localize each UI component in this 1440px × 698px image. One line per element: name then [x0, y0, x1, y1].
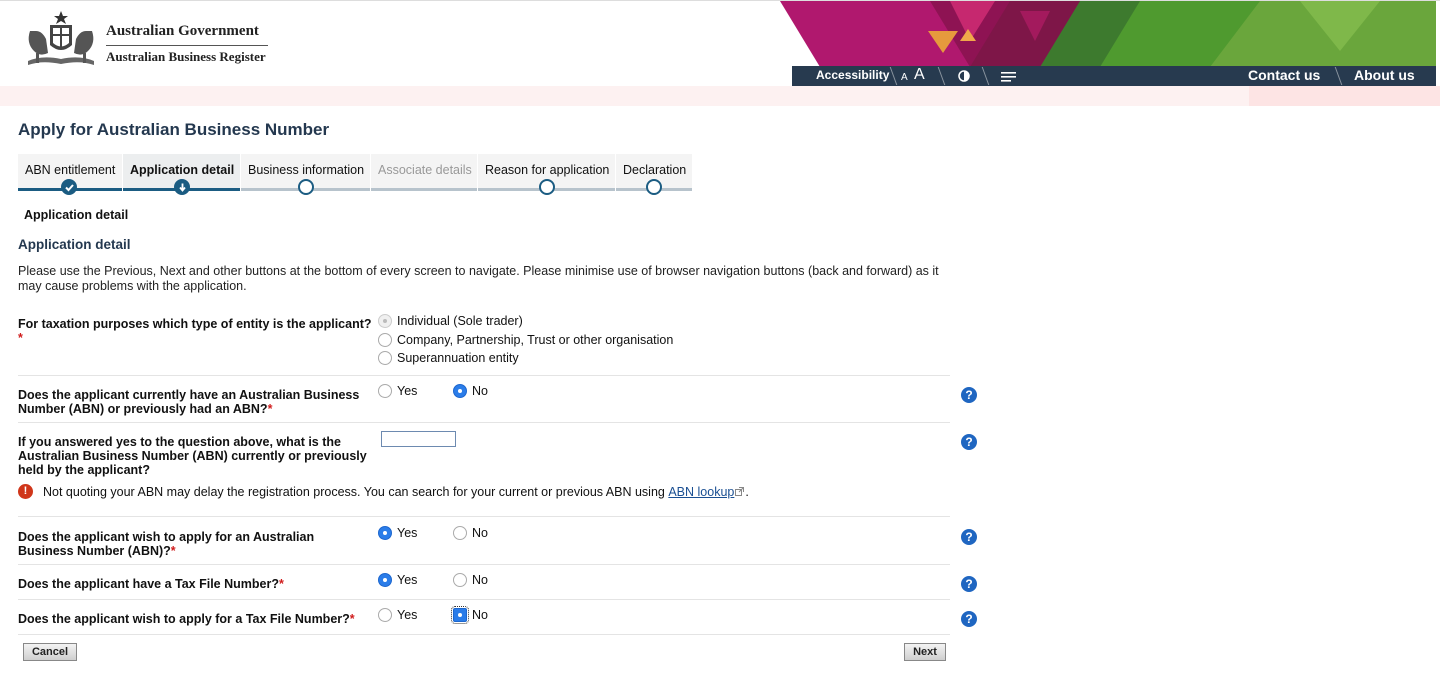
entity-option-individual[interactable]: Individual (Sole trader)	[378, 314, 523, 328]
font-size-small-button[interactable]: A	[901, 72, 908, 83]
radio-button[interactable]	[378, 526, 392, 540]
section-title: Application detail	[18, 237, 131, 252]
gov-title: Australian Government	[106, 23, 259, 39]
government-logo[interactable]: Australian Government Australian Busines…	[22, 9, 272, 73]
coat-of-arms-icon	[28, 11, 94, 65]
help-icon[interactable]: ?	[961, 529, 977, 545]
has-tfn-no[interactable]: No	[453, 573, 488, 587]
has-abn-yes[interactable]: Yes	[378, 384, 417, 398]
row-divider	[18, 564, 950, 565]
apply-abn-yes[interactable]: Yes	[378, 526, 417, 540]
has-tfn-yes[interactable]: Yes	[378, 573, 417, 587]
step-pending-icon	[539, 179, 555, 195]
radio-button[interactable]	[453, 384, 467, 398]
help-icon[interactable]: ?	[961, 576, 977, 592]
has-abn-no[interactable]: No	[453, 384, 488, 398]
has-tfn-question: Does the applicant have a Tax File Numbe…	[18, 577, 284, 591]
intro-text: Please use the Previous, Next and other …	[18, 264, 939, 293]
row-divider	[18, 516, 950, 517]
step-pending-icon	[646, 179, 662, 195]
entity-type-question: For taxation purposes which type of enti…	[18, 317, 372, 345]
radio-button[interactable]	[378, 384, 392, 398]
radio-button[interactable]	[378, 314, 392, 328]
cancel-button[interactable]: Cancel	[23, 643, 77, 661]
apply-abn-question: Does the applicant wish to apply for an …	[18, 530, 315, 558]
next-button[interactable]: Next	[904, 643, 946, 661]
radio-button[interactable]	[378, 608, 392, 622]
radio-button[interactable]	[378, 351, 392, 365]
entity-option-superannuation[interactable]: Superannuation entity	[378, 351, 519, 365]
gov-subtitle: Australian Business Register	[106, 49, 266, 64]
row-divider	[18, 375, 950, 376]
help-icon[interactable]: ?	[961, 611, 977, 627]
logo-divider	[106, 45, 268, 46]
site-header: Australian Government Australian Busines…	[0, 0, 1440, 87]
tab-declaration[interactable]: Declaration	[616, 154, 693, 195]
row-divider	[18, 634, 950, 635]
about-us-link[interactable]: About us	[1354, 67, 1415, 83]
radio-button[interactable]	[453, 526, 467, 540]
radio-button[interactable]	[451, 606, 469, 624]
step-current-icon	[174, 179, 190, 195]
apply-tfn-question: Does the applicant wish to apply for a T…	[18, 612, 355, 626]
page-title: Apply for Australian Business Number	[18, 120, 330, 139]
tab-application-detail[interactable]: Application detail	[123, 154, 241, 195]
tab-abn-entitlement[interactable]: ABN entitlement	[18, 154, 123, 195]
accessibility-link[interactable]: Accessibility	[816, 68, 889, 82]
menu-icon[interactable]	[1001, 71, 1016, 82]
radio-button[interactable]	[378, 333, 392, 347]
tab-associate-details: Associate details	[371, 154, 478, 191]
entity-option-company[interactable]: Company, Partnership, Trust or other org…	[378, 333, 673, 347]
header-strip	[0, 86, 1440, 106]
abn-number-question: If you answered yes to the question abov…	[18, 435, 367, 477]
tab-business-information[interactable]: Business information	[241, 154, 371, 195]
has-abn-question: Does the applicant currently have an Aus…	[18, 388, 360, 416]
contrast-icon[interactable]	[958, 70, 970, 82]
step-complete-icon	[61, 179, 77, 195]
apply-abn-no[interactable]: No	[453, 526, 488, 540]
contact-us-link[interactable]: Contact us	[1248, 67, 1320, 83]
apply-tfn-no[interactable]: No	[451, 606, 488, 624]
step-pending-icon	[298, 179, 314, 195]
font-size-large-button[interactable]: A	[914, 66, 925, 84]
tab-reason-for-application[interactable]: Reason for application	[478, 154, 616, 195]
radio-button[interactable]	[453, 573, 467, 587]
apply-tfn-yes[interactable]: Yes	[378, 608, 417, 622]
radio-button[interactable]	[378, 573, 392, 587]
breadcrumb: Application detail	[24, 208, 129, 222]
warning-icon: !	[18, 484, 33, 499]
row-divider	[18, 599, 950, 600]
help-icon[interactable]: ?	[961, 434, 977, 450]
abn-lookup-link[interactable]: ABN lookup	[668, 485, 734, 499]
help-icon[interactable]: ?	[961, 387, 977, 403]
abn-number-input[interactable]	[381, 431, 456, 447]
abn-warning: ! Not quoting your ABN may delay the reg…	[18, 484, 749, 499]
header-banner	[780, 1, 1436, 67]
required-marker: *	[18, 331, 23, 345]
row-divider	[18, 422, 950, 423]
external-link-icon	[735, 487, 745, 496]
